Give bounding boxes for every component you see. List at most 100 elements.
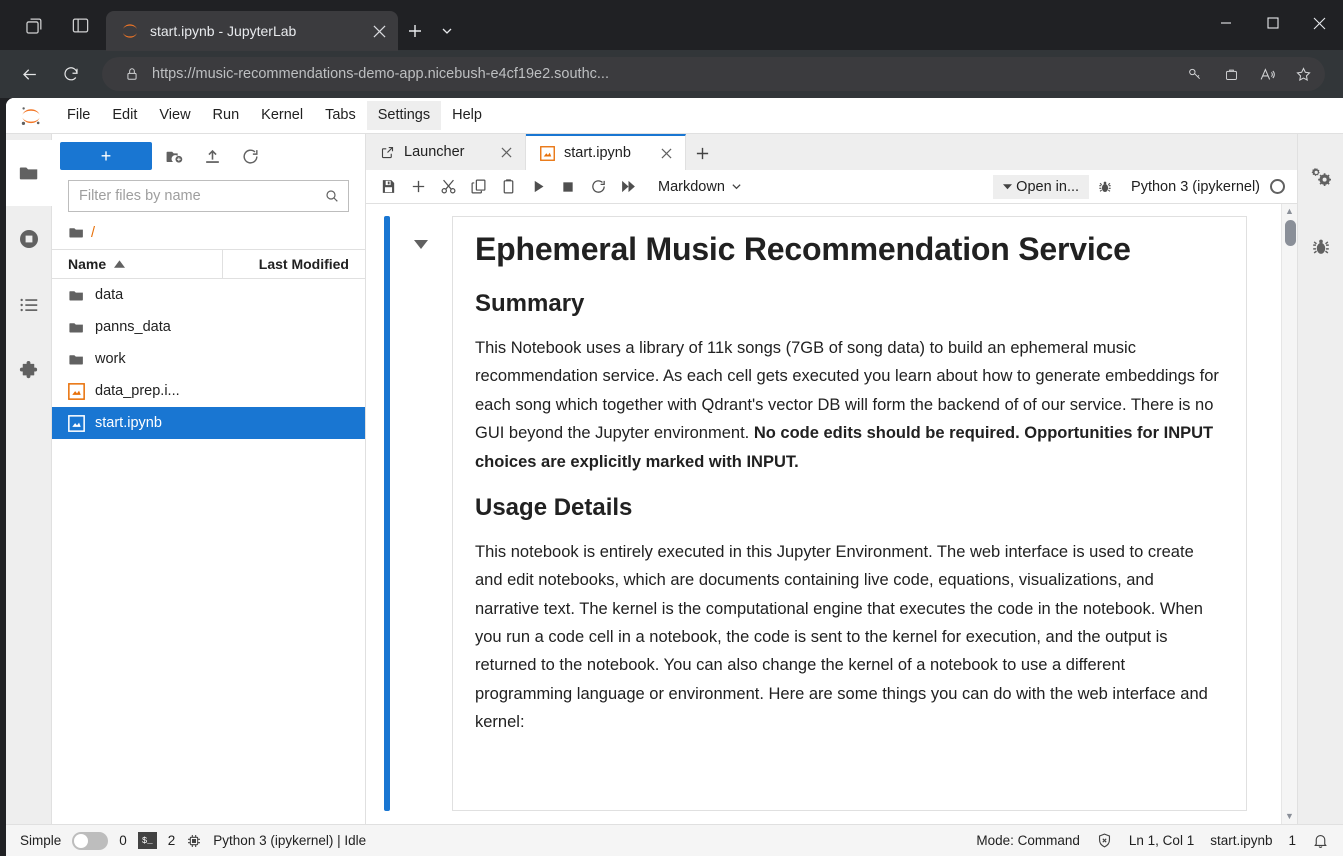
simple-mode-toggle[interactable] bbox=[72, 831, 109, 850]
tab-close-icon[interactable] bbox=[366, 18, 392, 44]
kernel-count[interactable]: 0 bbox=[119, 833, 127, 848]
notebook-cell[interactable]: Ephemeral Music Recommendation Service S… bbox=[366, 216, 1281, 811]
usage-heading: Usage Details bbox=[475, 493, 633, 521]
menu-view[interactable]: View bbox=[148, 101, 201, 130]
sidebar-item-extension-manager[interactable] bbox=[6, 338, 52, 404]
browser-window: start.ipynb - JupyterLab https://music-r… bbox=[0, 0, 1343, 856]
open-in-button[interactable]: Open in... bbox=[993, 174, 1090, 199]
browser-navbar: https://music-recommendations-demo-app.n… bbox=[0, 50, 1343, 98]
sidebar-item-debugger[interactable] bbox=[1298, 212, 1343, 282]
upload-icon[interactable] bbox=[196, 142, 228, 170]
restart-button[interactable] bbox=[584, 173, 612, 201]
star-icon[interactable] bbox=[1287, 59, 1319, 89]
add-tab-icon[interactable] bbox=[686, 136, 718, 170]
notebook-icon bbox=[68, 382, 85, 400]
interrupt-button[interactable] bbox=[554, 173, 582, 201]
breadcrumb[interactable]: / bbox=[52, 218, 365, 249]
kernel-status-text[interactable]: Python 3 (ipykernel) | Idle bbox=[213, 833, 366, 848]
column-header-last-modified[interactable]: Last Modified bbox=[223, 250, 365, 278]
list-item[interactable]: panns_data bbox=[52, 311, 365, 343]
cpu-icon[interactable] bbox=[186, 833, 202, 849]
terminal-icon[interactable]: $_ bbox=[137, 832, 157, 849]
close-icon[interactable] bbox=[655, 142, 677, 164]
filter-box[interactable] bbox=[68, 180, 349, 212]
document-tabbar: Launcher start.ipynb bbox=[366, 134, 1297, 170]
scrollbar-thumb[interactable] bbox=[1284, 220, 1296, 246]
copy-button[interactable] bbox=[464, 173, 492, 201]
chevron-down-icon[interactable] bbox=[432, 12, 462, 50]
save-button[interactable] bbox=[374, 173, 402, 201]
close-icon[interactable] bbox=[1296, 0, 1343, 46]
paste-button[interactable] bbox=[494, 173, 522, 201]
jupyter-body: + Filter files by name / Name Last Modif… bbox=[6, 134, 1343, 824]
wallet-icon[interactable] bbox=[1215, 59, 1247, 89]
sidebar-item-file-browser[interactable] bbox=[6, 140, 52, 206]
list-item[interactable]: start.ipynb bbox=[52, 407, 365, 439]
menu-settings[interactable]: Settings bbox=[366, 101, 442, 130]
new-launcher-button[interactable]: + bbox=[60, 142, 152, 170]
reload-icon[interactable] bbox=[52, 57, 90, 91]
folder-icon bbox=[68, 224, 85, 241]
cell-type-dropdown[interactable]: Markdown bbox=[654, 177, 746, 197]
shield-x-icon[interactable] bbox=[1096, 832, 1113, 849]
kernel-name-button[interactable]: Python 3 (ipykernel) bbox=[1131, 179, 1260, 195]
back-arrow-icon[interactable] bbox=[10, 57, 48, 91]
menu-tabs[interactable]: Tabs bbox=[314, 101, 367, 130]
notebook-icon bbox=[540, 145, 555, 161]
tab-launcher[interactable]: Launcher bbox=[366, 134, 526, 170]
search-input[interactable] bbox=[79, 188, 324, 204]
address-bar[interactable]: https://music-recommendations-demo-app.n… bbox=[102, 57, 1325, 91]
breadcrumb-root[interactable]: / bbox=[91, 225, 95, 241]
scrollbar-track[interactable] bbox=[1282, 216, 1298, 812]
tab-start-ipynb[interactable]: start.ipynb bbox=[526, 134, 686, 170]
sidebar-item-table-of-contents[interactable] bbox=[6, 272, 52, 338]
minimize-icon[interactable] bbox=[1202, 0, 1249, 46]
file-browser-panel: + Filter files by name / Name Last Modif… bbox=[52, 134, 366, 824]
close-icon[interactable] bbox=[495, 141, 517, 163]
main-dock-area: Launcher start.ipynb Markdown Open in...… bbox=[366, 134, 1297, 824]
cell-collapser[interactable] bbox=[390, 216, 452, 811]
read-aloud-icon[interactable] bbox=[1251, 59, 1283, 89]
collections-icon[interactable] bbox=[14, 6, 54, 44]
bell-icon[interactable] bbox=[1312, 832, 1329, 849]
scroll-down-icon[interactable]: ▼ bbox=[1285, 812, 1294, 821]
bug-icon[interactable] bbox=[1091, 173, 1119, 201]
browser-titlebar: start.ipynb - JupyterLab bbox=[0, 0, 1343, 51]
menu-kernel[interactable]: Kernel bbox=[250, 101, 314, 130]
folder-icon bbox=[68, 351, 85, 368]
run-button[interactable] bbox=[524, 173, 552, 201]
page-title: Ephemeral Music Recommendation Service bbox=[475, 231, 1131, 267]
notebook-scrollbar[interactable]: ▲ ▼ bbox=[1281, 204, 1297, 824]
menu-edit[interactable]: Edit bbox=[101, 101, 148, 130]
chevron-down-icon bbox=[731, 181, 742, 192]
list-item[interactable]: work bbox=[52, 343, 365, 375]
lock-icon bbox=[116, 59, 148, 89]
markdown-cell-content[interactable]: Ephemeral Music Recommendation Service S… bbox=[452, 216, 1247, 811]
browser-tab[interactable]: start.ipynb - JupyterLab bbox=[106, 11, 398, 51]
split-screen-icon[interactable] bbox=[60, 6, 100, 44]
refresh-icon[interactable] bbox=[234, 142, 266, 170]
menu-run[interactable]: Run bbox=[202, 101, 251, 130]
status-filename[interactable]: start.ipynb bbox=[1210, 833, 1272, 848]
sidebar-item-property-inspector[interactable] bbox=[1298, 142, 1343, 212]
key-icon[interactable] bbox=[1179, 59, 1211, 89]
sidebar-item-running-terminals[interactable] bbox=[6, 206, 52, 272]
list-item[interactable]: data bbox=[52, 279, 365, 311]
insert-cell-button[interactable] bbox=[404, 173, 432, 201]
mode-indicator[interactable]: Mode: Command bbox=[976, 833, 1080, 848]
kernel-status-indicator[interactable] bbox=[1270, 179, 1285, 194]
jupyterlab-app: File Edit View Run Kernel Tabs Settings … bbox=[6, 98, 1343, 856]
restart-run-all-button[interactable] bbox=[614, 173, 642, 201]
column-header-name[interactable]: Name bbox=[52, 250, 223, 278]
notification-count[interactable]: 1 bbox=[1288, 833, 1296, 848]
scroll-up-icon[interactable]: ▲ bbox=[1285, 207, 1294, 216]
new-tab-icon[interactable] bbox=[398, 12, 432, 50]
list-item[interactable]: data_prep.i... bbox=[52, 375, 365, 407]
terminal-count[interactable]: 2 bbox=[168, 833, 176, 848]
new-folder-icon[interactable] bbox=[158, 142, 190, 170]
maximize-icon[interactable] bbox=[1249, 0, 1296, 46]
cursor-position[interactable]: Ln 1, Col 1 bbox=[1129, 833, 1194, 848]
cut-button[interactable] bbox=[434, 173, 462, 201]
menu-file[interactable]: File bbox=[56, 101, 101, 130]
menu-help[interactable]: Help bbox=[441, 101, 493, 130]
